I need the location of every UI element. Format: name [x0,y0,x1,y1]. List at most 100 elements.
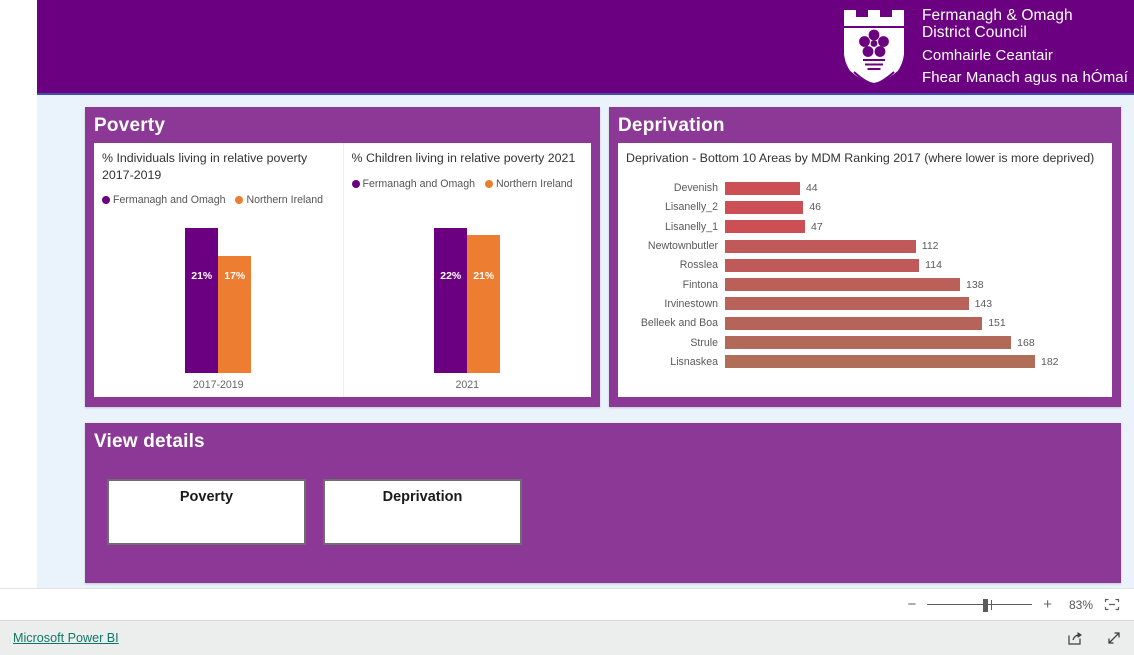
deprivation-bar-row[interactable]: Strule 168 [626,333,1104,352]
deprivation-bar-fill [725,181,800,195]
report-canvas: Fermanagh & Omagh District Council Comha… [37,0,1134,588]
deprivation-bar-row[interactable]: Fintona 138 [626,275,1104,294]
deprivation-bar-row[interactable]: Newtownbutler 112 [626,236,1104,255]
bar-fermanagh-and-omagh[interactable]: 22% [434,228,468,373]
chart-legend: Fermanagh and Omagh Northern Ireland [102,194,335,206]
council-name-ga-line2: Fhear Manach agus na hÓmaí [921,69,1128,87]
deprivation-area-label: Lisnaskea [670,355,718,368]
deprivation-bar-fill [725,200,804,214]
deprivation-bar-track: 46 [725,200,1104,214]
legend-label: Northern Ireland [495,177,573,190]
brand-header: Fermanagh & Omagh District Council Comha… [37,0,1134,95]
deprivation-area-label: Rosslea [679,259,718,272]
bar-value-label: 22% [440,270,462,282]
view-details-title: View details [94,431,205,452]
share-icon[interactable] [1067,630,1084,646]
power-bi-report: Fermanagh & Omagh District Council Comha… [0,0,1134,655]
bar-fill: 21% [467,235,501,373]
legend-item-northern-ireland[interactable]: Northern Ireland [235,194,323,206]
zoom-out-button[interactable]: − [907,597,916,612]
deprivation-bar-fill [725,336,1012,350]
legend-item-northern-ireland[interactable]: Northern Ireland [484,177,573,190]
deprivation-chart[interactable]: Deprivation - Bottom 10 Areas by MDM Ran… [618,143,1112,397]
chart-legend: Fermanagh and Omagh Northern Ireland [351,177,584,190]
category-axis-label: 2021 [455,379,480,391]
legend-label: Fermanagh and Omagh [113,194,226,206]
microsoft-power-bi-link[interactable]: Microsoft Power BI [13,631,119,645]
zoom-slider-tick [991,599,993,610]
deprivation-bar-track: 182 [725,355,1104,369]
deprivation-bar-fill [725,258,920,272]
zoom-slider-thumb[interactable] [983,598,989,612]
poverty-individuals-chart[interactable]: % Individuals living in relative poverty… [94,143,343,397]
fermanagh-omagh-crest-icon [843,10,904,86]
deprivation-bar-row[interactable]: Lisanelly_1 47 [626,217,1104,236]
deprivation-card-body: Deprivation - Bottom 10 Areas by MDM Ran… [618,143,1112,397]
deprivation-bar-row[interactable]: Devenish 44 [626,179,1104,198]
bars-row: 22% 21% [352,228,584,373]
deprivation-bar-fill [725,297,969,311]
view-details-buttons: Poverty Deprivation [107,479,522,545]
legend-item-fermanagh-and-omagh[interactable]: Fermanagh and Omagh [351,177,475,190]
poverty-card: Poverty % Individuals living in relative… [85,107,600,407]
deprivation-bar-row[interactable]: Lisnaskea 182 [626,352,1104,371]
deprivation-bar-fill [725,278,961,292]
deprivation-area-label: Fintona [682,278,718,291]
deprivation-bar-value: 44 [805,182,818,195]
deprivation-bar-track: 47 [725,220,1104,234]
fullscreen-icon[interactable] [1106,630,1122,646]
deprivation-bar-fill [725,220,806,234]
legend-item-fermanagh-and-omagh[interactable]: Fermanagh and Omagh [102,194,225,206]
bar-northern-ireland[interactable]: 21% [467,235,501,373]
view-details-deprivation-button[interactable]: Deprivation [323,479,522,545]
council-name-en-line2: District Council [921,24,1027,42]
deprivation-area-label: Devenish [673,182,718,195]
deprivation-bar-row[interactable]: Irvinestown 143 [626,294,1104,313]
plot-area: 22% 21% 2021 [352,228,584,393]
deprivation-bar-value: 143 [974,297,993,310]
deprivation-area-label: Lisanelly_1 [664,220,718,233]
deprivation-card-title: Deprivation [618,115,725,136]
legend-label: Fermanagh and Omagh [362,177,475,190]
deprivation-card: Deprivation Deprivation - Bottom 10 Area… [609,107,1121,407]
bar-northern-ireland[interactable]: 17% [218,256,252,373]
deprivation-area-label: Newtownbutler [647,240,718,253]
deprivation-bar-track: 138 [725,278,1104,292]
deprivation-bar-row[interactable]: Lisanelly_2 46 [626,198,1104,217]
bar-value-label: 17% [224,270,246,282]
bar-value-label: 21% [191,270,213,282]
deprivation-bar-value: 114 [925,259,942,272]
deprivation-bar-value: 112 [921,240,939,253]
deprivation-bar-value: 182 [1041,355,1059,368]
view-details-poverty-button[interactable]: Poverty [107,479,306,545]
deprivation-bar-track: 114 [725,258,1104,272]
council-logo: Fermanagh & Omagh District Council Comha… [838,3,1128,91]
deprivation-bar-track: 143 [725,297,1104,311]
plot-area: 21% 17% 2017-2019 [102,228,335,393]
zoom-bar: − + 83% [0,588,1134,621]
bar-fill: 22% [434,228,468,373]
legend-color-dot-icon [102,196,110,204]
legend-color-dot-icon [484,179,493,188]
council-name-ga-line1: Comhairle Ceantair [921,46,1053,64]
bar-fermanagh-and-omagh[interactable]: 21% [185,228,219,373]
deprivation-bar-value: 138 [966,278,984,291]
bar-fill: 17% [218,256,252,373]
bar-fill: 21% [185,228,219,373]
poverty-children-chart[interactable]: % Children living in relative poverty 20… [342,143,592,397]
deprivation-bar-row[interactable]: Belleek and Boa 151 [626,314,1104,333]
deprivation-area-label: Strule [690,336,718,349]
zoom-slider[interactable] [927,598,1033,612]
report-footer: Microsoft Power BI [0,621,1134,655]
deprivation-bar-value: 168 [1017,336,1035,349]
deprivation-bar-row[interactable]: Rosslea 114 [626,256,1104,275]
deprivation-area-label: Lisanelly_2 [664,201,718,214]
deprivation-bar-track: 112 [725,239,1104,253]
deprivation-bar-track: 168 [725,336,1104,350]
deprivation-bar-fill [725,316,983,330]
zoom-in-button[interactable]: + [1043,597,1052,612]
fit-to-page-icon[interactable] [1104,598,1120,611]
poverty-card-body: % Individuals living in relative poverty… [94,143,591,397]
deprivation-bar-value: 46 [809,201,822,214]
legend-color-dot-icon [235,196,244,204]
